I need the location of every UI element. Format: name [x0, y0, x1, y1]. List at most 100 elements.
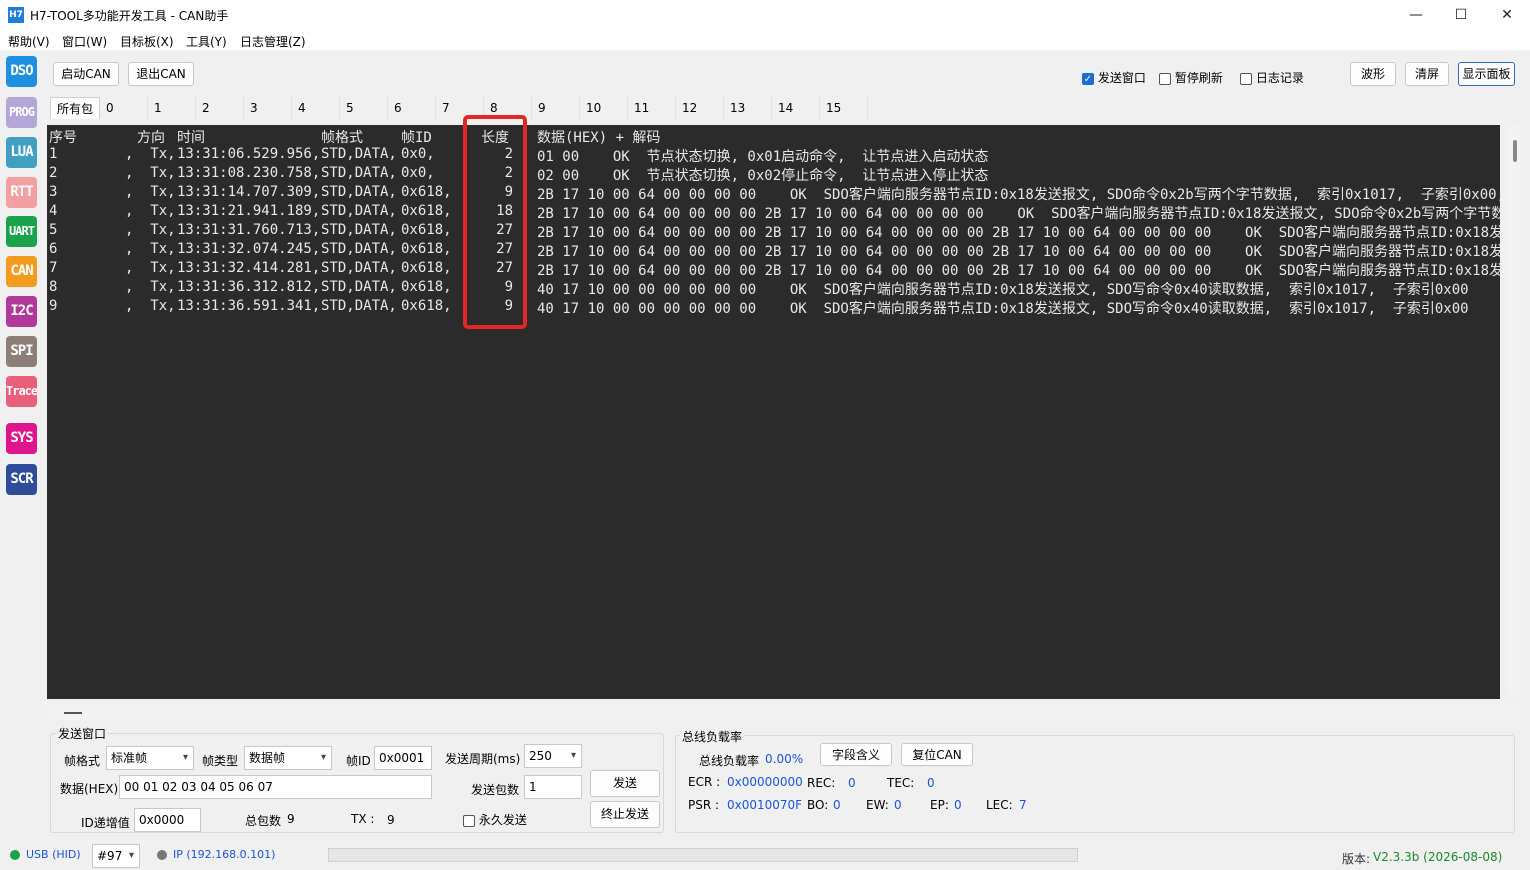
menu-window[interactable]: 窗口(W) — [62, 33, 107, 50]
menu-tools[interactable]: 工具(Y) — [186, 33, 227, 50]
vertical-scroll-thumb[interactable] — [1513, 140, 1517, 162]
row-data-decode: 2B 17 10 00 64 00 00 00 00 2B 17 10 00 6… — [537, 244, 1500, 260]
row-time: 13:31:06.529.956, — [177, 146, 321, 162]
psr-value: 0x0010070F — [727, 798, 803, 812]
frame-id-input[interactable]: 0x0001 — [374, 746, 432, 770]
sidebar-uart-button[interactable]: UART — [6, 216, 37, 247]
device-select[interactable]: #97 ▾ — [92, 844, 140, 868]
sidebar-spi-button[interactable]: SPI — [6, 336, 37, 367]
sidebar-prog-button[interactable]: PROG — [6, 97, 37, 128]
pause-refresh-checkbox[interactable]: 暂停刷新 — [1159, 69, 1223, 86]
tab-channel-0[interactable]: 0 — [100, 97, 148, 119]
sidebar-trace-button[interactable]: Trace — [6, 376, 37, 407]
start-can-button[interactable]: 启动CAN — [53, 62, 119, 86]
tab-channel-3[interactable]: 3 — [244, 97, 292, 119]
waveform-button[interactable]: 波形 — [1350, 62, 1396, 86]
period-value: 250 — [529, 749, 552, 763]
send-window-checkbox[interactable]: ✓ 发送窗口 — [1082, 69, 1146, 86]
frame-type-label: 帧类型 — [202, 754, 239, 768]
console-row: 9, Tx, 13:31:36.591.341, STD,DATA, 0x618, 9 4… — [47, 298, 1500, 317]
frame-format-label: 帧格式 — [64, 754, 101, 768]
horizontal-scrollbar[interactable] — [47, 704, 1520, 720]
show-panel-button[interactable]: 显示面板 — [1458, 62, 1515, 86]
row-seq: 2 — [49, 165, 58, 181]
bus-load-title: 总线负载率 — [680, 728, 745, 745]
row-time: 13:31:32.414.281, — [177, 260, 321, 276]
field-meaning-button[interactable]: 字段含义 — [820, 743, 892, 766]
row-data-decode: 01 00 OK 节点状态切换, 0x01启动命令, 让节点进入启动状态 — [537, 149, 989, 165]
send-button[interactable]: 发送 — [590, 770, 660, 797]
row-frame-id: 0x618, — [401, 184, 452, 200]
menu-help[interactable]: 帮助(V) — [8, 33, 50, 50]
period-label: 发送周期(ms) — [445, 752, 521, 766]
tab-channel-4[interactable]: 4 — [292, 97, 340, 119]
data-hex-label: 数据(HEX) — [60, 782, 119, 796]
maximize-button[interactable]: ☐ — [1438, 0, 1484, 30]
close-button[interactable]: ✕ — [1484, 0, 1530, 30]
exit-can-button[interactable]: 退出CAN — [128, 62, 194, 86]
send-count-label: 发送包数 — [471, 783, 520, 797]
row-frame-id: 0x0, — [401, 146, 435, 162]
send-window-title: 发送窗口 — [56, 725, 109, 742]
row-direction: , Tx, — [125, 279, 176, 295]
tab-channel-1[interactable]: 1 — [148, 97, 196, 119]
tab-channel-12[interactable]: 12 — [676, 97, 724, 119]
bus-load-value: 0.00% — [765, 752, 804, 766]
tab-channel-2[interactable]: 2 — [196, 97, 244, 119]
reset-can-button[interactable]: 复位CAN — [901, 743, 973, 766]
sidebar-lua-button[interactable]: LUA — [6, 137, 37, 168]
row-data-decode: 40 17 10 00 00 00 00 00 00 OK SDO客户端向服务器… — [537, 282, 1469, 298]
log-record-checkbox[interactable]: 日志记录 — [1240, 69, 1304, 86]
sidebar-can-button[interactable]: CAN — [6, 256, 37, 287]
menu-log-management[interactable]: 日志管理(Z) — [240, 33, 306, 50]
frame-type-select[interactable]: 数据帧 ▾ — [244, 746, 332, 770]
sidebar-i2c-button[interactable]: I2C — [6, 296, 37, 327]
tab-channel-10[interactable]: 10 — [580, 97, 628, 119]
console-row: 1, Tx, 13:31:06.529.956, STD,DATA, 0x0, 2 01 … — [47, 146, 1500, 165]
device-value: #97 — [97, 849, 123, 863]
row-frame-format: STD,DATA, — [321, 279, 397, 295]
header-frame-format: 帧格式 — [321, 130, 363, 146]
tab-channel-5[interactable]: 5 — [340, 97, 388, 119]
sidebar-rtt-button[interactable]: RTT — [6, 177, 37, 208]
length-column-highlight — [463, 115, 527, 329]
tab-channel-9[interactable]: 9 — [532, 97, 580, 119]
sidebar-scr-button[interactable]: SCR — [6, 464, 37, 495]
tab-channel-15[interactable]: 15 — [820, 97, 868, 119]
row-time: 13:31:08.230.758, — [177, 165, 321, 181]
chevron-down-icon: ▾ — [570, 750, 576, 761]
horizontal-scroll-thumb[interactable] — [64, 712, 82, 714]
id-increment-input[interactable]: 0x0000 — [134, 808, 201, 832]
row-frame-format: STD,DATA, — [321, 260, 397, 276]
console-row: 6, Tx, 13:31:32.074.245, STD,DATA, 0x618, 27… — [47, 241, 1500, 260]
row-direction: , Tx, — [125, 298, 176, 314]
ep-value: 0 — [954, 798, 962, 812]
frame-format-select[interactable]: 标准帧 ▾ — [106, 746, 194, 770]
clear-screen-button[interactable]: 清屏 — [1405, 62, 1449, 86]
app-icon: H7 — [8, 7, 24, 23]
stop-send-button[interactable]: 终止发送 — [590, 801, 660, 828]
tab-channel-11[interactable]: 11 — [628, 97, 676, 119]
bo-label: BO: — [807, 798, 829, 812]
tab-channel-14[interactable]: 14 — [772, 97, 820, 119]
send-count-input[interactable]: 1 — [524, 775, 582, 799]
sidebar-dso-button[interactable]: DSO — [6, 56, 37, 87]
period-select[interactable]: 250 ▾ — [524, 744, 582, 768]
row-frame-format: STD,DATA, — [321, 203, 397, 219]
checkbox-icon — [1240, 72, 1252, 85]
minimize-button[interactable]: — — [1393, 0, 1439, 30]
data-hex-input[interactable]: 00 01 02 03 04 05 06 07 — [119, 775, 432, 799]
tab-channel-13[interactable]: 13 — [724, 97, 772, 119]
row-seq: 1 — [49, 146, 58, 162]
send-forever-checkbox[interactable]: 永久发送 — [463, 811, 527, 828]
sidebar-sys-button[interactable]: SYS — [6, 423, 37, 454]
tab-all-packets[interactable]: 所有包 — [50, 97, 100, 119]
checkbox-checked-icon: ✓ — [1082, 72, 1094, 85]
row-direction: , Tx, — [125, 165, 176, 181]
row-data-decode: 2B 17 10 00 64 00 00 00 00 2B 17 10 00 6… — [537, 225, 1500, 241]
vertical-scrollbar[interactable] — [1508, 125, 1520, 695]
header-data-decode: 数据(HEX) + 解码 — [537, 130, 661, 146]
tab-channel-6[interactable]: 6 — [388, 97, 436, 119]
bus-load-label: 总线负载率 — [699, 754, 760, 768]
menu-target-board[interactable]: 目标板(X) — [120, 33, 174, 50]
